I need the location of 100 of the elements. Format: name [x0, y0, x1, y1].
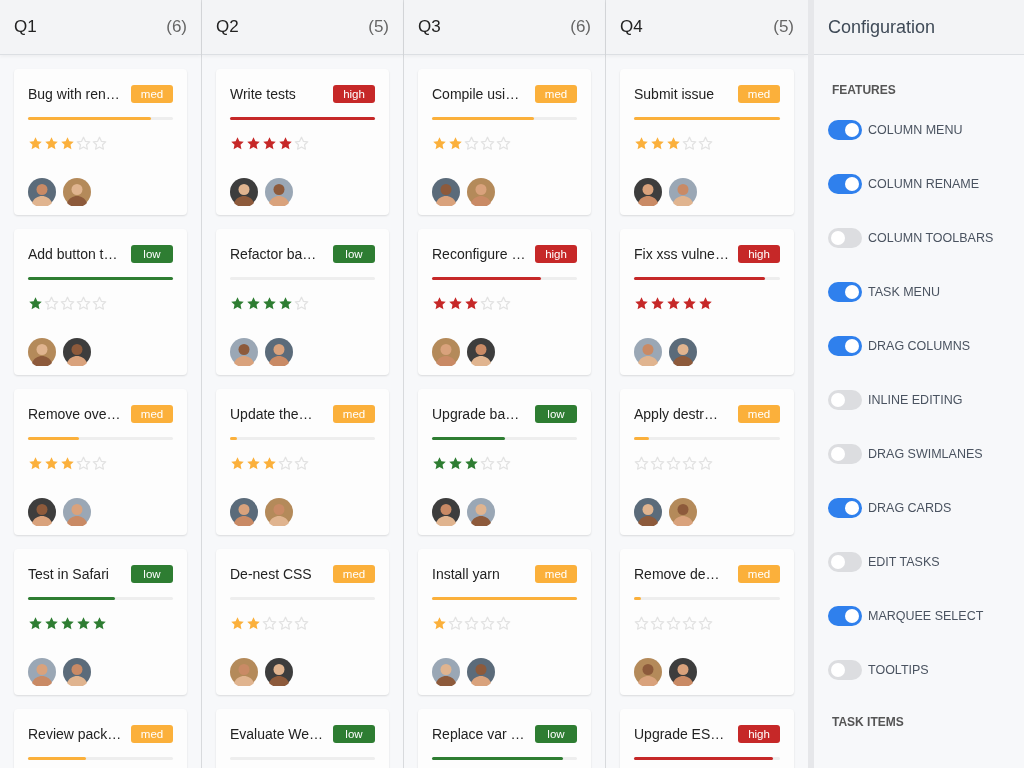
- toggle-switch[interactable]: [828, 228, 862, 248]
- star-icon: [230, 616, 245, 631]
- priority-badge: high: [535, 245, 577, 263]
- task-card[interactable]: Update the… med: [216, 389, 389, 535]
- avatar-icon: [230, 178, 258, 206]
- star-icon: [60, 456, 75, 471]
- empty-star-icon: [76, 456, 91, 471]
- task-card[interactable]: Remove ove… med: [14, 389, 187, 535]
- priority-badge: med: [131, 725, 173, 743]
- task-title: Install yarn: [432, 566, 500, 582]
- toggle-switch[interactable]: [828, 282, 862, 302]
- task-card[interactable]: Reconfigure … high: [418, 229, 591, 375]
- section-heading: TASK ITEMS: [832, 715, 905, 729]
- empty-star-icon: [634, 456, 649, 471]
- priority-badge: med: [535, 85, 577, 103]
- task-card[interactable]: De-nest CSS med: [216, 549, 389, 695]
- avatar-icon: [467, 338, 495, 366]
- empty-star-icon: [278, 616, 293, 631]
- card-count: (6): [570, 17, 591, 37]
- toggle-switch[interactable]: [828, 120, 862, 140]
- avatar-icon: [467, 658, 495, 686]
- toggle-switch[interactable]: [828, 390, 862, 410]
- star-icon: [230, 296, 245, 311]
- toggle-switch[interactable]: [828, 552, 862, 572]
- avatar-icon: [265, 178, 293, 206]
- star-icon: [246, 136, 261, 151]
- avatar-icon: [669, 338, 697, 366]
- empty-star-icon: [496, 456, 511, 471]
- task-title: Fix xss vulne…: [634, 246, 729, 262]
- task-title: Update the…: [230, 406, 313, 422]
- avatar-icon: [28, 178, 56, 206]
- priority-badge: high: [738, 725, 780, 743]
- task-title: Replace var …: [432, 726, 525, 742]
- avatar-icon: [230, 658, 258, 686]
- star-icon: [28, 296, 43, 311]
- task-card[interactable]: Upgrade ba… low: [418, 389, 591, 535]
- avatar-icon: [28, 338, 56, 366]
- star-icon: [432, 456, 447, 471]
- star-icon: [230, 456, 245, 471]
- task-card[interactable]: Install yarn med: [418, 549, 591, 695]
- toggle-label: DRAG CARDS: [868, 501, 952, 515]
- star-icon: [246, 456, 261, 471]
- star-icon: [448, 296, 463, 311]
- task-title: Review pack…: [28, 726, 122, 742]
- task-card[interactable]: Apply destr… med: [620, 389, 794, 535]
- task-card[interactable]: Review pack… med: [14, 709, 187, 768]
- empty-star-icon: [92, 296, 107, 311]
- task-card[interactable]: Refactor ba… low: [216, 229, 389, 375]
- empty-star-icon: [480, 296, 495, 311]
- task-card[interactable]: Add button t… low: [14, 229, 187, 375]
- toggle-label: COLUMN TOOLBARS: [868, 231, 994, 245]
- avatar-icon: [669, 498, 697, 526]
- star-icon: [666, 136, 681, 151]
- avatar-icon: [467, 498, 495, 526]
- task-card[interactable]: Test in Safari low: [14, 549, 187, 695]
- section-heading: FEATURES: [832, 83, 897, 97]
- star-icon: [432, 296, 447, 311]
- empty-star-icon: [650, 456, 665, 471]
- toggle-label: COLUMN MENU: [868, 123, 963, 137]
- empty-star-icon: [698, 136, 713, 151]
- toggle-switch[interactable]: [828, 606, 862, 626]
- toggle-switch[interactable]: [828, 336, 862, 356]
- task-card[interactable]: Compile usi… med: [418, 69, 591, 215]
- task-card[interactable]: Bug with ren… med: [14, 69, 187, 215]
- empty-star-icon: [464, 616, 479, 631]
- star-icon: [246, 616, 261, 631]
- avatar-icon: [669, 658, 697, 686]
- avatar-icon: [63, 498, 91, 526]
- priority-badge: low: [535, 405, 577, 423]
- task-card[interactable]: Upgrade ES… high: [620, 709, 794, 768]
- toggle-switch[interactable]: [828, 660, 862, 680]
- priority-badge: low: [131, 565, 173, 583]
- task-title: Test in Safari: [28, 566, 109, 582]
- priority-badge: med: [333, 565, 375, 583]
- empty-star-icon: [496, 616, 511, 631]
- star-icon: [44, 456, 59, 471]
- toggle-switch[interactable]: [828, 174, 862, 194]
- empty-star-icon: [650, 616, 665, 631]
- priority-badge: high: [333, 85, 375, 103]
- avatar-icon: [432, 498, 460, 526]
- priority-badge: med: [333, 405, 375, 423]
- empty-star-icon: [464, 136, 479, 151]
- toggle-label: INLINE EDITING: [868, 393, 963, 407]
- toggle-switch[interactable]: [828, 498, 862, 518]
- priority-badge: med: [535, 565, 577, 583]
- toggle-switch[interactable]: [828, 444, 862, 464]
- empty-star-icon: [682, 456, 697, 471]
- avatar-icon: [467, 178, 495, 206]
- task-card[interactable]: Fix xss vulne… high: [620, 229, 794, 375]
- panel-title: Configuration: [828, 16, 936, 38]
- star-icon: [464, 296, 479, 311]
- task-card[interactable]: Submit issue med: [620, 69, 794, 215]
- priority-badge: med: [738, 85, 780, 103]
- empty-star-icon: [634, 616, 649, 631]
- task-title: Reconfigure …: [432, 246, 526, 262]
- task-card[interactable]: Replace var … low: [418, 709, 591, 768]
- task-card[interactable]: Evaluate We… low: [216, 709, 389, 768]
- star-icon: [634, 136, 649, 151]
- task-card[interactable]: Write tests high: [216, 69, 389, 215]
- task-card[interactable]: Remove de… med: [620, 549, 794, 695]
